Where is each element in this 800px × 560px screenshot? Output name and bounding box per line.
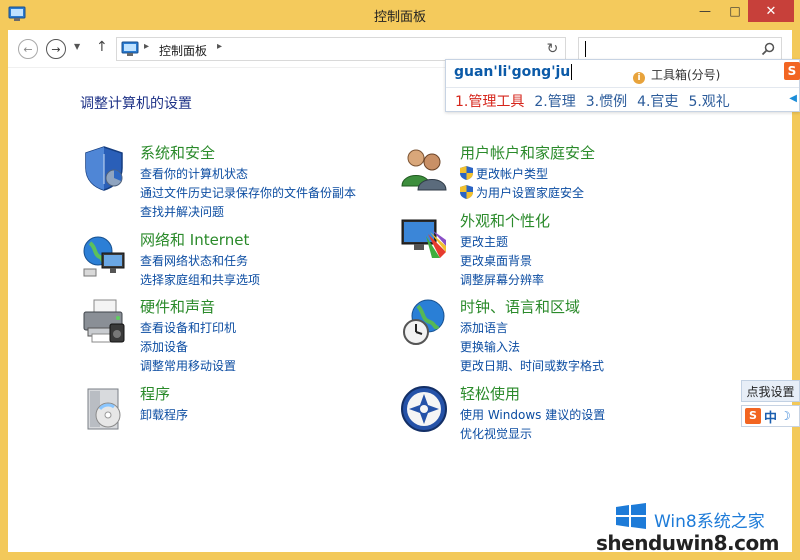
search-input[interactable] — [578, 37, 782, 61]
category-title[interactable]: 用户帐户和家庭安全 — [460, 142, 595, 163]
link-change-account-type[interactable]: 更改帐户类型 — [460, 165, 584, 184]
ime-candidate[interactable]: 5.观礼 — [688, 91, 729, 111]
link-view-computer-status[interactable]: 查看你的计算机状态 — [140, 165, 356, 184]
search-icon[interactable] — [761, 42, 775, 56]
ime-toolbox-label: 工具箱(分号) — [651, 68, 721, 82]
ime-candidate[interactable]: 2.管理 — [534, 91, 575, 111]
network-globe-icon[interactable] — [80, 231, 128, 279]
ease-of-access-icon[interactable] — [400, 385, 448, 433]
link-date-time-format[interactable]: 更改日期、时间或数字格式 — [460, 357, 604, 376]
control-panel-icon — [121, 41, 139, 56]
ime-candidate-list: 1.管理工具 2.管理 3.惯例 4.官吏 5.观礼 — [455, 91, 730, 111]
maximize-button[interactable]: □ — [722, 0, 748, 22]
uac-shield-icon — [460, 185, 473, 199]
category-title[interactable]: 轻松使用 — [460, 383, 520, 404]
link-label: 为用户设置家庭安全 — [476, 186, 585, 200]
ime-language-toggle[interactable]: 中 — [764, 407, 777, 426]
watermark-url: shenduwin8.com — [596, 531, 780, 555]
breadcrumb-separator-icon[interactable]: ▸ — [144, 41, 149, 52]
link-mobility-settings[interactable]: 调整常用移动设置 — [140, 357, 236, 376]
link-network-status[interactable]: 查看网络状态和任务 — [140, 252, 260, 271]
ime-mode-moon-icon[interactable]: ☽ — [780, 409, 791, 423]
info-icon: i — [633, 72, 645, 84]
clock-globe-icon[interactable] — [400, 298, 448, 346]
uac-shield-icon — [460, 166, 473, 180]
ime-composition: guan'li'gong'ju — [454, 64, 573, 80]
link-screen-resolution[interactable]: 调整屏幕分辨率 — [460, 271, 544, 290]
breadcrumb-control-panel[interactable]: 控制面板 — [159, 42, 207, 59]
ime-composition-text: guan'li'gong'ju — [454, 64, 571, 80]
ime-candidate[interactable]: 3.惯例 — [586, 91, 627, 111]
link-family-safety[interactable]: 为用户设置家庭安全 — [460, 184, 584, 203]
ime-caret — [571, 64, 573, 80]
link-add-device[interactable]: 添加设备 — [140, 338, 236, 357]
recent-locations-icon[interactable]: ▼ — [74, 42, 80, 51]
ime-page-prev-icon[interactable]: ◀ — [789, 93, 797, 104]
ime-candidate-window: guan'li'gong'ju i 工具箱(分号) S 1.管理工具 2.管理 3… — [445, 59, 800, 112]
link-uninstall-program[interactable]: 卸载程序 — [140, 406, 188, 425]
refresh-button[interactable]: ↻ — [540, 37, 566, 61]
minimize-button[interactable]: — — [688, 0, 722, 22]
link-homegroup-sharing[interactable]: 选择家庭组和共享选项 — [140, 271, 260, 290]
printer-icon[interactable] — [80, 298, 128, 346]
windows-logo-icon — [616, 503, 646, 529]
link-troubleshoot[interactable]: 查找并解决问题 — [140, 203, 356, 222]
shield-icon[interactable] — [80, 144, 128, 192]
category-title[interactable]: 外观和个性化 — [460, 210, 550, 231]
link-label: 更改帐户类型 — [476, 167, 549, 181]
up-icon[interactable]: ↑ — [96, 39, 108, 55]
forward-button[interactable]: → — [46, 39, 66, 59]
watermark: Win8系统之家 shenduwin8.com — [596, 500, 800, 560]
back-button[interactable]: ← — [18, 39, 38, 59]
link-recommended-settings[interactable]: 使用 Windows 建议的设置 — [460, 406, 605, 425]
breadcrumb-expand-icon[interactable]: ▸ — [217, 41, 222, 52]
category-title[interactable]: 系统和安全 — [140, 142, 215, 163]
sogou-logo-icon[interactable]: S — [784, 62, 800, 80]
close-button[interactable]: ✕ — [748, 0, 794, 22]
ime-candidate[interactable]: 4.官吏 — [637, 91, 678, 111]
page-title: 调整计算机的设置 — [80, 96, 192, 112]
link-devices-printers[interactable]: 查看设备和打印机 — [140, 319, 236, 338]
address-bar[interactable]: ▸ 控制面板 ▸ — [116, 37, 566, 61]
ime-status-bar[interactable]: S 中 ☽ — [741, 405, 800, 427]
category-title[interactable]: 程序 — [140, 383, 170, 404]
ime-candidate[interactable]: 1.管理工具 — [455, 91, 524, 111]
watermark-brand: Win8系统之家 — [654, 512, 765, 532]
window-title: 控制面板 — [373, 10, 426, 25]
link-file-history-backup[interactable]: 通过文件历史记录保存你的文件备份副本 — [140, 184, 356, 203]
ime-toolbox[interactable]: i 工具箱(分号) — [633, 66, 720, 84]
category-title[interactable]: 网络和 Internet — [140, 229, 249, 250]
link-add-language[interactable]: 添加语言 — [460, 319, 604, 338]
ime-settings-tip[interactable]: 点我设置 — [741, 380, 800, 402]
programs-box-icon[interactable] — [80, 385, 128, 433]
link-desktop-background[interactable]: 更改桌面背景 — [460, 252, 544, 271]
category-title[interactable]: 硬件和声音 — [140, 296, 215, 317]
link-change-input-method[interactable]: 更换输入法 — [460, 338, 604, 357]
category-title[interactable]: 时钟、语言和区域 — [460, 296, 580, 317]
users-icon[interactable] — [400, 144, 448, 192]
display-palette-icon[interactable] — [400, 212, 448, 260]
link-optimize-display[interactable]: 优化视觉显示 — [460, 425, 605, 444]
link-change-theme[interactable]: 更改主题 — [460, 233, 544, 252]
ime-divider — [446, 87, 799, 88]
text-caret — [585, 41, 586, 57]
sogou-logo-icon[interactable]: S — [745, 408, 761, 424]
title-bar[interactable]: 控制面板 — □ ✕ — [0, 0, 800, 30]
